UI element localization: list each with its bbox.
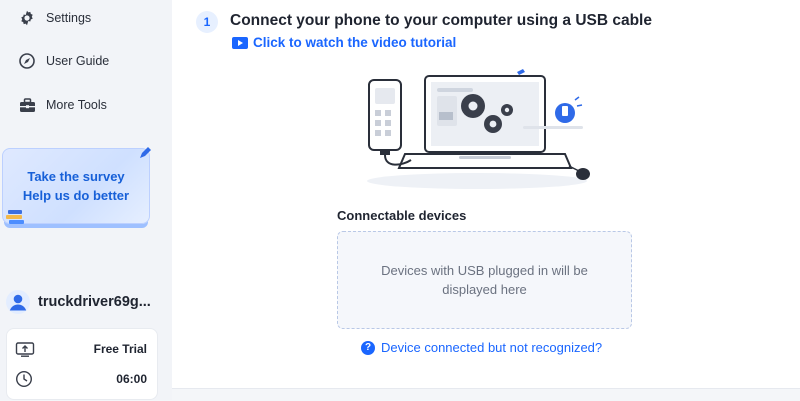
time-remaining: 06:00 bbox=[116, 372, 147, 386]
main-panel: 1 Connect your phone to your computer us… bbox=[172, 0, 800, 388]
user-avatar-icon bbox=[6, 290, 30, 314]
phone-to-computer-illustration bbox=[367, 69, 590, 189]
sidebar-item-more-tools[interactable]: More Tools bbox=[18, 96, 107, 114]
pen-icon bbox=[140, 147, 151, 158]
timer-row: 06:00 bbox=[15, 368, 147, 390]
sidebar-item-label: More Tools bbox=[46, 98, 107, 112]
toolbox-icon bbox=[18, 96, 36, 114]
device-not-recognized-link[interactable]: ? Device connected but not recognized? bbox=[361, 340, 602, 355]
sidebar-item-label: User Guide bbox=[46, 54, 110, 68]
books-icon bbox=[6, 210, 24, 224]
survey-banner[interactable]: Take the survey Help us do better bbox=[2, 147, 152, 228]
video-tutorial-label: Click to watch the video tutorial bbox=[253, 35, 457, 50]
video-play-icon bbox=[232, 36, 248, 49]
plan-row[interactable]: Free Trial bbox=[15, 338, 147, 360]
help-icon: ? bbox=[361, 340, 375, 355]
step-number-badge: 1 bbox=[196, 11, 218, 33]
main-footer bbox=[172, 388, 800, 401]
sidebar-item-label: Settings bbox=[46, 11, 92, 25]
sidebar-item-user-guide[interactable]: User Guide bbox=[18, 52, 109, 70]
sidebar: Settings User Guide More Tools Take the … bbox=[0, 0, 173, 400]
devices-empty-area: Devices with USB plugged in will be disp… bbox=[337, 231, 632, 329]
step-title: Connect your phone to your computer usin… bbox=[230, 12, 652, 29]
connectable-devices-label: Connectable devices bbox=[337, 208, 467, 223]
plan-label: Free Trial bbox=[93, 342, 147, 356]
survey-line2: Help us do better bbox=[22, 188, 130, 203]
user-name: truckdriver69g... bbox=[38, 294, 151, 310]
plan-card: Free Trial 06:00 bbox=[6, 328, 158, 400]
survey-line1: Take the survey bbox=[27, 169, 125, 184]
compass-icon bbox=[18, 52, 36, 70]
user-profile[interactable]: truckdriver69g... bbox=[6, 290, 151, 314]
video-tutorial-link[interactable]: Click to watch the video tutorial bbox=[232, 35, 456, 50]
empty-text-line1: Devices with USB plugged in will be bbox=[381, 263, 588, 278]
sidebar-item-settings[interactable]: Settings bbox=[18, 9, 91, 27]
gear-icon bbox=[18, 9, 36, 27]
empty-text-line2: displayed here bbox=[442, 282, 527, 297]
help-link-label: Device connected but not recognized? bbox=[381, 340, 603, 355]
clock-icon bbox=[15, 370, 33, 388]
upgrade-icon bbox=[15, 342, 35, 357]
